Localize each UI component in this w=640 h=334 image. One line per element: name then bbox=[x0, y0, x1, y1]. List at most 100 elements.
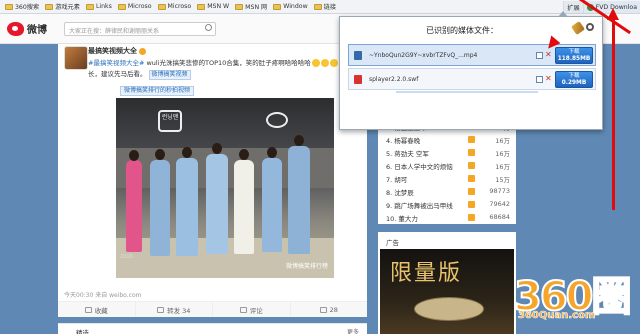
channel-logo-icon bbox=[266, 112, 288, 128]
laugh-emoji-icon bbox=[311, 59, 320, 67]
folder-icon bbox=[45, 3, 54, 10]
bookmark-label: 360搜索 bbox=[15, 4, 40, 11]
bookmark-item[interactable]: Microso bbox=[115, 1, 155, 13]
media-file-row[interactable]: splayer2.2.0.swf ✕ 下载 0.29MB bbox=[348, 68, 596, 90]
video-person-head bbox=[267, 147, 277, 158]
comment-button[interactable]: 评论 bbox=[213, 302, 291, 317]
source-chip[interactable]: 微博搞笑排行的秒拍视频 bbox=[120, 86, 195, 96]
download-label: 下载 bbox=[568, 49, 580, 55]
post-card: 最搞笑视频大全 #最搞笑视频大全# wuli光洙搞笑悲惨的TOP10合集，笑的肚… bbox=[58, 44, 367, 317]
ad-banner[interactable]: 限量版 bbox=[380, 249, 514, 334]
bookmark-item[interactable]: 360搜索 bbox=[2, 1, 42, 13]
bookmark-label: 链接 bbox=[323, 4, 337, 11]
hot-badge-icon bbox=[468, 175, 475, 182]
weibo-eye-icon bbox=[7, 21, 24, 36]
media-file-row[interactable]: ~YnboQun2G9Y~xvbrTZFvQ_...mp4 ✕ 下载 118.8… bbox=[348, 44, 596, 66]
video-file-icon bbox=[354, 51, 362, 60]
hot-topic-item[interactable]: 10. 董大力 68684 bbox=[386, 213, 510, 223]
bookmark-item[interactable]: Window bbox=[270, 1, 310, 13]
download-button[interactable]: 下载 118.85MB bbox=[555, 47, 593, 64]
hot-topic-count: 79642 bbox=[489, 200, 510, 208]
video-player[interactable]: 런닝맨 2010 微博搞笑排行榜 bbox=[116, 98, 334, 278]
post-body-tail: 长，建议先马后看。 bbox=[88, 70, 147, 78]
popup-tools bbox=[570, 21, 594, 35]
settings-icon[interactable] bbox=[586, 23, 594, 31]
hot-topic-count: 16万 bbox=[495, 150, 510, 158]
ad-text: 限量版 bbox=[390, 261, 463, 286]
bookmark-item[interactable]: Links bbox=[83, 1, 115, 13]
video-person-head bbox=[182, 147, 192, 158]
weibo-logo[interactable]: 微博 bbox=[7, 21, 47, 36]
video-person-head bbox=[212, 143, 222, 154]
bookmark-item[interactable]: Microso bbox=[155, 1, 195, 13]
bookmark-label: MSN W bbox=[207, 3, 230, 10]
copy-link-icon[interactable] bbox=[536, 52, 543, 59]
hot-badge-icon bbox=[468, 188, 475, 195]
bookmark-label: Microso bbox=[127, 3, 152, 10]
avatar[interactable] bbox=[64, 46, 88, 70]
laugh-emoji-icon bbox=[320, 59, 329, 67]
remove-icon[interactable]: ✕ bbox=[545, 74, 552, 83]
hot-topic-item[interactable]: 6. 日本人学中文的烦恼 16万 bbox=[386, 161, 510, 171]
hot-topic-item[interactable]: 7. 胡可 15万 bbox=[386, 174, 510, 184]
video-person bbox=[126, 160, 142, 252]
bookmark-label: Links bbox=[95, 3, 112, 10]
post-text: #最搞笑视频大全# wuli光洙搞笑悲惨的TOP10合集，笑的肚子疼啊哈哈哈哈 … bbox=[88, 58, 360, 80]
clear-list-icon[interactable] bbox=[571, 21, 585, 35]
bookmark-item[interactable]: MSN 网 bbox=[232, 1, 270, 13]
ad-label: 广告 bbox=[386, 239, 399, 247]
flash-file-icon bbox=[354, 75, 362, 84]
comment-label: 评论 bbox=[249, 306, 263, 315]
hot-topic-title: 5. 蒋劲夫 空军 bbox=[386, 150, 429, 158]
file-size: 118.85MB bbox=[557, 56, 591, 62]
repost-icon bbox=[157, 306, 165, 313]
topic-link[interactable]: #最搞笑视频大全# bbox=[88, 59, 144, 67]
like-button[interactable]: 28 bbox=[291, 302, 368, 317]
hot-topic-item[interactable]: 4. 杨幂春晚 16万 bbox=[386, 135, 510, 145]
video-person-head bbox=[155, 149, 165, 160]
download-label: 下载 bbox=[568, 73, 580, 79]
post-timestamp[interactable]: 今天00:30 来自 weibo.com bbox=[64, 290, 141, 299]
repost-label: 转发 34 bbox=[167, 306, 191, 315]
search-icon[interactable] bbox=[205, 24, 212, 31]
main-feed: 最搞笑视频大全 #最搞笑视频大全# wuli光洙搞笑悲惨的TOP10合集，笑的肚… bbox=[58, 44, 367, 334]
post-actions: 收藏 转发 34 评论 28 bbox=[58, 301, 367, 317]
hot-topic-title: 4. 杨幂春晚 bbox=[386, 137, 421, 145]
hot-topics-panel: 3. 粉丝最爱年16万 4. 杨幂春晚16万 5. 蒋劲夫 空军16万 6. 日… bbox=[378, 118, 516, 224]
verified-badge-icon bbox=[139, 47, 146, 55]
folder-icon bbox=[5, 3, 13, 10]
video-person-head bbox=[129, 150, 139, 161]
post-author[interactable]: 最搞笑视频大全 bbox=[88, 46, 146, 56]
video-person bbox=[206, 154, 228, 254]
download-button[interactable]: 下载 0.29MB bbox=[555, 71, 593, 88]
folder-icon bbox=[85, 3, 94, 10]
author-name[interactable]: 最搞笑视频大全 bbox=[88, 47, 137, 55]
tea-cake-image bbox=[414, 297, 484, 321]
hot-topic-item[interactable]: 5. 蒋劲夫 空军 16万 bbox=[386, 148, 510, 158]
bookmark-item[interactable]: MSN W bbox=[194, 1, 232, 13]
search-input[interactable]: 大家正在搜：薛律民和谢丽丽关系 bbox=[64, 22, 216, 36]
extensions-label: 扩展 bbox=[567, 4, 580, 12]
show-logo: 런닝맨 bbox=[158, 110, 182, 132]
hot-topic-item[interactable]: 9. 跳广场舞被出马甲线 79642 bbox=[386, 200, 510, 210]
hot-topic-title: 10. 董大力 bbox=[386, 215, 418, 223]
repost-button[interactable]: 转发 34 bbox=[136, 302, 213, 317]
bookmark-item[interactable]: 链接 bbox=[311, 1, 339, 13]
bookmark-label: 游戏元素 bbox=[55, 4, 80, 11]
hot-badge-icon bbox=[468, 149, 475, 156]
favorite-button[interactable]: 收藏 bbox=[58, 302, 136, 317]
video-person bbox=[288, 146, 310, 254]
hot-topic-item[interactable]: 8. 沈梦辰 98773 bbox=[386, 187, 510, 197]
logo-text: 微博 bbox=[27, 25, 47, 36]
video-person bbox=[150, 160, 170, 256]
hot-topic-count: 16万 bbox=[495, 137, 510, 145]
bookmark-item[interactable]: 游戏元素 bbox=[42, 1, 83, 13]
comment-icon bbox=[239, 306, 247, 313]
video-person bbox=[262, 158, 282, 252]
video-link-chip[interactable]: 微博搞笑视频 bbox=[148, 70, 191, 80]
bookmark-label: Microso bbox=[167, 3, 192, 10]
copy-link-icon[interactable] bbox=[536, 76, 543, 83]
next-post-title[interactable]: 精选 bbox=[76, 327, 89, 334]
more-link[interactable]: 更多 bbox=[347, 327, 359, 334]
folder-icon bbox=[273, 3, 282, 10]
